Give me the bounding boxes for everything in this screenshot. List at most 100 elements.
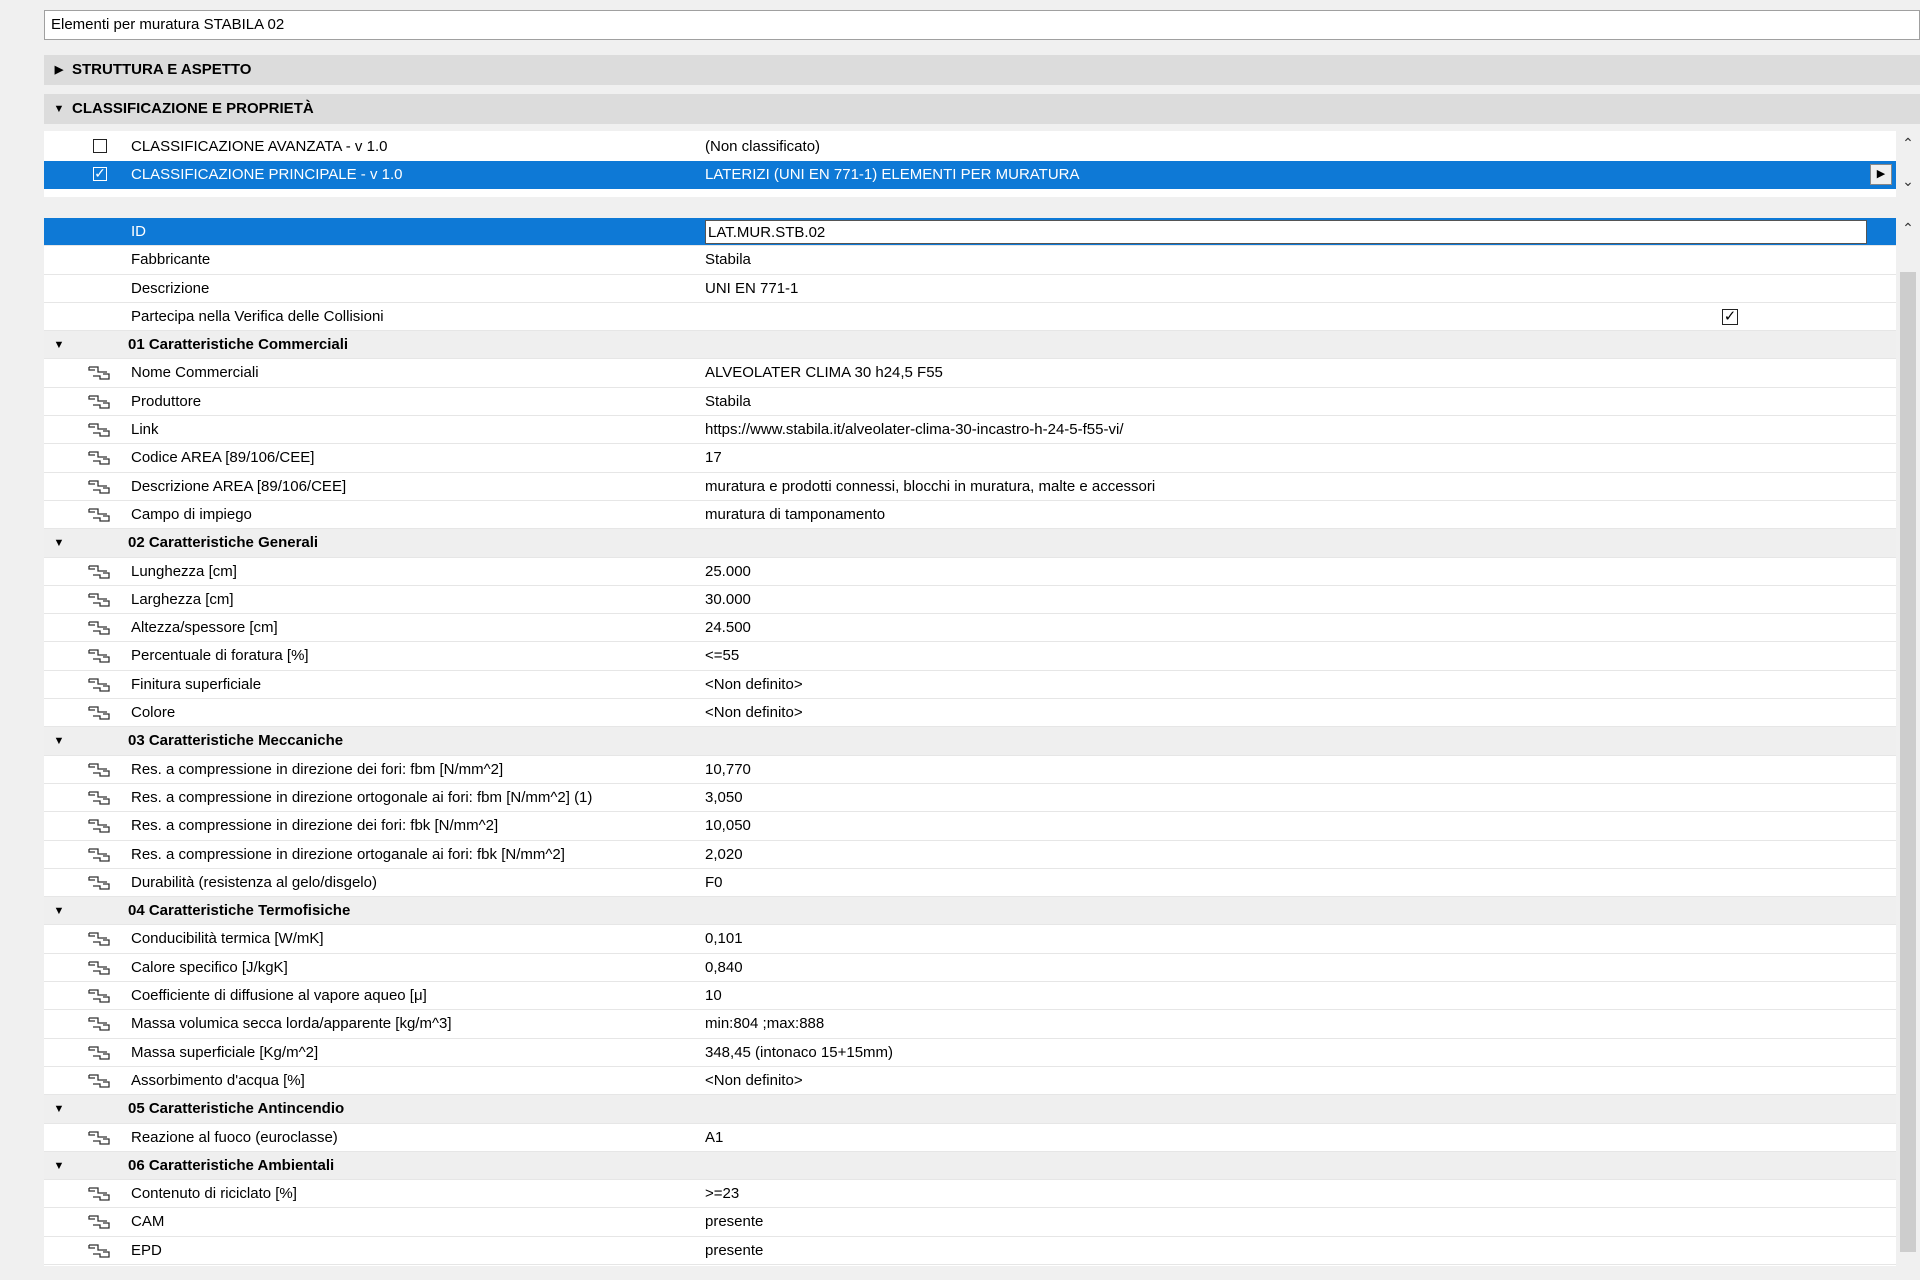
property-value[interactable]: 17 — [705, 444, 722, 472]
property-name: Larghezza [cm] — [131, 590, 234, 608]
scrollbar-thumb[interactable] — [1900, 272, 1916, 1252]
property-value[interactable]: 10,770 — [705, 756, 751, 784]
property-scrollbar[interactable]: ⌃ — [1898, 218, 1918, 1266]
property-value[interactable]: 0,101 — [705, 925, 743, 953]
property-value[interactable]: https://www.stabila.it/alveolater-clima-… — [705, 416, 1123, 444]
triangle-down-icon[interactable]: ▼ — [52, 529, 66, 557]
classification-row-main[interactable]: ✓ CLASSIFICAZIONE PRINCIPALE - v 1.0 LAT… — [44, 161, 1896, 189]
property-value[interactable]: <Non definito> — [705, 699, 803, 727]
property-row[interactable]: Campo di impiego muratura di tamponamento — [44, 500, 1896, 530]
property-row[interactable]: Massa volumica secca lorda/apparente [kg… — [44, 1010, 1896, 1039]
property-name: EPD — [131, 1241, 162, 1259]
section-classification-header[interactable]: ▼ CLASSIFICAZIONE E PROPRIETÀ — [44, 94, 1920, 124]
property-row-id[interactable]: ID LAT.MUR.STB.02 — [44, 218, 1896, 247]
property-row[interactable]: Descrizione AREA [89/106/CEE] muratura e … — [44, 472, 1896, 501]
property-group-header[interactable]: ▼ 04 Caratteristiche Termofisiche — [44, 897, 1896, 926]
property-value[interactable]: 3,050 — [705, 784, 743, 812]
property-row[interactable]: Coefficiente di diffusione al vapore aqu… — [44, 982, 1896, 1011]
triangle-down-icon[interactable]: ▼ — [52, 897, 66, 925]
property-value[interactable]: 24.500 — [705, 614, 751, 642]
property-value[interactable]: 10 — [705, 982, 722, 1010]
property-group-header[interactable]: ▼ 03 Caratteristiche Meccaniche — [44, 727, 1896, 756]
property-row[interactable]: Contenuto di riciclato [%] >=23 — [44, 1180, 1896, 1209]
triangle-down-icon[interactable]: ▼ — [52, 727, 66, 755]
property-row[interactable]: Massa superficiale [Kg/m^2] 348,45 (inton… — [44, 1038, 1896, 1067]
property-row[interactable]: Lunghezza [cm] 25.000 — [44, 557, 1896, 586]
property-value[interactable]: ALVEOLATER CLIMA 30 h24,5 F55 — [705, 359, 943, 387]
property-value[interactable]: 25.000 — [705, 558, 751, 586]
linked-property-icon — [86, 1185, 112, 1203]
id-value-input[interactable]: LAT.MUR.STB.02 — [705, 220, 1867, 244]
property-row[interactable]: Reazione al fuoco (euroclasse) A1 — [44, 1123, 1896, 1152]
property-row[interactable]: Altezza/spessore [cm] 24.500 — [44, 614, 1896, 643]
property-value[interactable]: A1 — [705, 1124, 723, 1152]
scroll-up-icon[interactable]: ⌃ — [1898, 220, 1918, 237]
property-name: Percentuale di foratura [%] — [131, 647, 309, 665]
property-row[interactable]: Colore <Non definito> — [44, 699, 1896, 728]
property-value[interactable]: presente — [705, 1237, 763, 1265]
scroll-down-icon[interactable]: ⌄ — [1898, 173, 1918, 190]
group-title: 01 Caratteristiche Commerciali — [128, 336, 349, 354]
property-row[interactable]: Produttore Stabila — [44, 387, 1896, 417]
linked-property-icon — [86, 563, 112, 581]
property-value[interactable]: 10,050 — [705, 812, 751, 840]
scroll-up-icon[interactable]: ⌃ — [1898, 135, 1918, 152]
property-value[interactable]: muratura e prodotti connessi, blocchi in… — [705, 473, 1155, 501]
property-value[interactable]: presente — [705, 1208, 763, 1236]
property-row[interactable]: Calore specifico [J/kgK] 0,840 — [44, 953, 1896, 983]
property-name: ID — [131, 223, 146, 240]
property-row[interactable]: Codice AREA [89/106/CEE] 17 — [44, 444, 1896, 473]
property-value[interactable]: UNI EN 771-1 — [705, 275, 798, 303]
property-row[interactable]: Res. a compressione in direzione ortogon… — [44, 783, 1896, 813]
property-group-header[interactable]: ▼ 06 Caratteristiche Ambientali — [44, 1151, 1896, 1181]
property-value[interactable]: 30.000 — [705, 586, 751, 614]
property-value[interactable]: Stabila — [705, 246, 751, 274]
linked-property-icon — [86, 987, 112, 1005]
property-row[interactable]: Link https://www.stabila.it/alveolater-cl… — [44, 416, 1896, 445]
classification-scrollbar[interactable]: ⌃ ⌄ — [1898, 131, 1918, 197]
property-row-collision[interactable]: Partecipa nella Verifica delle Collision… — [44, 302, 1896, 332]
property-value[interactable]: Stabila — [705, 388, 751, 416]
classification-checkbox[interactable]: ✓ — [93, 166, 107, 181]
property-name: Coefficiente di diffusione al vapore aqu… — [131, 987, 427, 1005]
property-group-header[interactable]: ▼ 05 Caratteristiche Antincendio — [44, 1095, 1896, 1124]
property-value[interactable]: 348,45 (intonaco 15+15mm) — [705, 1039, 893, 1067]
property-value[interactable]: <Non definito> — [705, 671, 803, 699]
property-name: Conducibilità termica [W/mK] — [131, 930, 324, 948]
section-structure-header[interactable]: ▶ STRUTTURA E ASPETTO — [44, 55, 1920, 85]
property-group-header[interactable]: ▼ 01 Caratteristiche Commerciali — [44, 331, 1896, 360]
property-value[interactable]: 2,020 — [705, 841, 743, 869]
property-name: Produttore — [131, 392, 202, 410]
property-group-header[interactable]: ▼ 02 Caratteristiche Generali — [44, 529, 1896, 558]
property-row[interactable]: Assorbimento d'acqua [%] <Non definito> — [44, 1066, 1896, 1096]
property-value[interactable]: <Non definito> — [705, 1067, 803, 1095]
triangle-down-icon[interactable]: ▼ — [52, 331, 66, 359]
property-row-manufacturer[interactable]: Fabbricante Stabila — [44, 246, 1896, 275]
property-row[interactable]: EPD presente — [44, 1236, 1896, 1265]
property-row-description[interactable]: Descrizione UNI EN 771-1 — [44, 274, 1896, 303]
property-value[interactable]: 0,840 — [705, 954, 743, 982]
property-row[interactable]: Durabilità (resistenza al gelo/disgelo) F… — [44, 868, 1896, 898]
property-row[interactable]: Res. a compressione in direzione dei for… — [44, 755, 1896, 784]
property-value[interactable]: >=23 — [705, 1180, 739, 1208]
property-value[interactable]: muratura di tamponamento — [705, 501, 885, 529]
property-row[interactable]: CAM presente — [44, 1208, 1896, 1237]
property-value[interactable]: <=55 — [705, 642, 739, 670]
classification-picker-arrow-icon[interactable]: ▶ — [1870, 164, 1892, 185]
property-row[interactable]: Res. a compressione in direzione ortogan… — [44, 840, 1896, 869]
property-row[interactable]: Finitura superficiale <Non definito> — [44, 670, 1896, 700]
property-value[interactable]: F0 — [705, 869, 723, 897]
property-row[interactable]: Nome Commerciali ALVEOLATER CLIMA 30 h24,… — [44, 359, 1896, 388]
classification-checkbox[interactable] — [93, 139, 107, 153]
property-value[interactable]: min:804 ;max:888 — [705, 1010, 824, 1038]
property-row[interactable]: Res. a compressione in direzione dei for… — [44, 812, 1896, 841]
classification-row-advanced[interactable]: CLASSIFICAZIONE AVANZATA - v 1.0 (Non cl… — [44, 133, 1896, 161]
element-name-field[interactable]: Elementi per muratura STABILA 02 — [44, 10, 1920, 40]
property-row[interactable]: Percentuale di foratura [%] <=55 — [44, 642, 1896, 671]
triangle-down-icon[interactable]: ▼ — [52, 1095, 66, 1123]
section-classification-label: CLASSIFICAZIONE E PROPRIETÀ — [72, 100, 314, 117]
property-row[interactable]: Larghezza [cm] 30.000 — [44, 585, 1896, 615]
triangle-down-icon[interactable]: ▼ — [52, 1152, 66, 1180]
property-row[interactable]: Conducibilità termica [W/mK] 0,101 — [44, 925, 1896, 954]
collision-checkbox[interactable]: ✓ — [1722, 308, 1738, 325]
